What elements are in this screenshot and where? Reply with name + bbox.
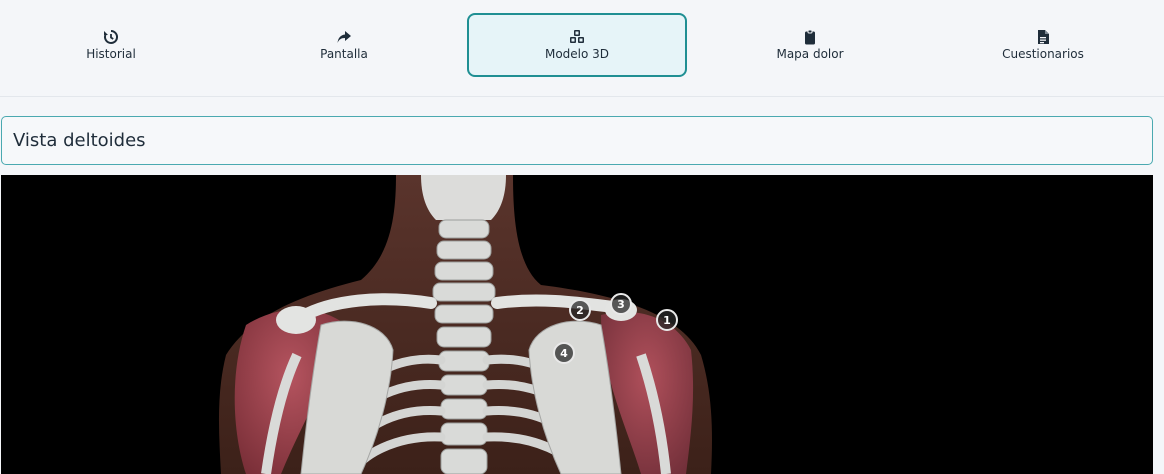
tab-label: Modelo 3D: [544, 47, 610, 61]
tab-mapa-dolor[interactable]: Mapa dolor: [700, 13, 920, 77]
tab-pantalla[interactable]: Pantalla: [234, 13, 454, 77]
clipboard-icon: [802, 29, 818, 45]
view-title: Vista deltoides: [1, 116, 1153, 165]
anatomy-marker-2[interactable]: 2: [569, 299, 591, 321]
anatomy-marker-4[interactable]: 4: [553, 342, 575, 364]
tab-label: Historial: [86, 47, 136, 61]
cubes-icon: [569, 29, 585, 45]
marker-label: 3: [617, 297, 625, 311]
marker-label: 2: [576, 303, 584, 317]
anatomy-marker-1[interactable]: 1: [656, 309, 678, 331]
share-arrow-icon: [336, 29, 352, 45]
tab-label: Cuestionarios: [1002, 47, 1084, 61]
skull-base: [421, 175, 506, 220]
history-icon: [103, 29, 119, 45]
view-title-text: Vista deltoides: [13, 130, 146, 151]
tab-label: Pantalla: [320, 47, 368, 61]
anatomy-marker-3[interactable]: 3: [610, 293, 632, 315]
tab-cuestionarios[interactable]: Cuestionarios: [933, 13, 1153, 77]
left-humerus-head: [276, 306, 316, 334]
tab-label: Mapa dolor: [776, 47, 844, 61]
anatomy-model: [218, 175, 712, 474]
document-icon: [1035, 29, 1051, 45]
tab-modelo-3d[interactable]: Modelo 3D: [467, 13, 687, 77]
nav-tabs: Historial Pantalla Modelo 3D Mapa dolor …: [0, 0, 1164, 97]
tab-historial[interactable]: Historial: [1, 13, 221, 77]
marker-label: 1: [663, 313, 671, 327]
marker-label: 4: [560, 346, 568, 360]
3d-model-viewer[interactable]: 1 2 3 4: [1, 175, 1153, 474]
